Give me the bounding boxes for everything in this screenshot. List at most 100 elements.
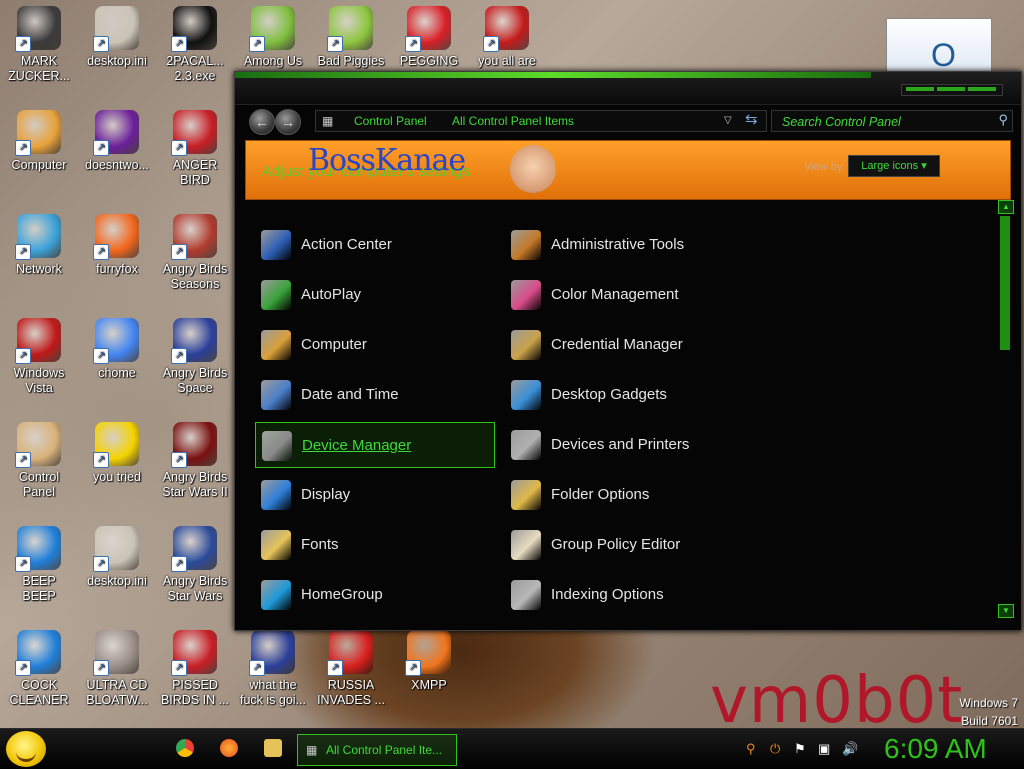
control-panel-item-label: Desktop Gadgets <box>551 386 667 403</box>
breadcrumb-control-panel[interactable]: Control Panel <box>354 111 427 131</box>
scroll-thumb[interactable] <box>1000 216 1010 350</box>
desktop-icon[interactable]: ↗ chome <box>78 318 156 381</box>
forward-button[interactable]: → <box>275 109 301 135</box>
control-panel-item-label: Display <box>301 486 351 503</box>
desktop-icon[interactable]: ↗ COCK CLEANER <box>0 630 78 708</box>
desktop-icon[interactable]: ↗ PISSED BIRDS IN ... <box>156 630 234 708</box>
taskbar-control-panel-task[interactable]: ▦ All Control Panel Ite... <box>297 734 457 766</box>
shortcut-arrow-icon: ↗ <box>15 348 31 364</box>
fonts-icon <box>261 530 291 560</box>
shortcut-arrow-icon: ↗ <box>93 348 109 364</box>
desktop-icon[interactable]: ↗ Network <box>0 214 78 277</box>
maximize-button[interactable] <box>937 87 965 91</box>
shortcut-arrow-icon: ↗ <box>171 140 187 156</box>
volume-icon[interactable]: 🔊 <box>842 741 858 757</box>
control-panel-item[interactable]: Desktop Gadgets <box>505 372 743 416</box>
back-button[interactable]: ← <box>249 109 275 135</box>
recycle-bin-icon: ↗ <box>15 318 61 364</box>
desktop-icon[interactable]: ↗ Control Panel <box>0 422 78 500</box>
refresh-icon[interactable]: ⇆ <box>745 110 758 130</box>
desktop-icon[interactable]: ↗ ULTRA CD BLOATW... <box>78 630 156 708</box>
control-panel-item[interactable]: Action Center <box>255 222 493 266</box>
control-panel-item[interactable]: Computer <box>255 322 493 366</box>
start-button[interactable] <box>6 731 46 767</box>
desktop-image-thumbnail[interactable]: O <box>886 18 992 74</box>
desktop-icon[interactable]: ↗ RUSSIA INVADES ... <box>312 630 390 708</box>
window-title-bar[interactable] <box>235 72 1021 105</box>
desktop-icon-label: Windows Vista <box>13 366 65 395</box>
scroll-up-button[interactable]: ▲ <box>998 200 1014 214</box>
scroll-down-button[interactable]: ▼ <box>998 604 1014 618</box>
date-time-icon <box>261 380 291 410</box>
control-panel-item[interactable]: Color Management <box>505 272 743 316</box>
desktop-icon-label: BEEP BEEP <box>22 574 56 603</box>
vertical-scrollbar[interactable]: ▲ ▼ <box>998 200 1014 618</box>
desktop-icon[interactable]: ↗ Angry Birds Seasons <box>156 214 234 292</box>
desktop-icon[interactable]: ↗ desktop.ini <box>78 526 156 589</box>
control-panel-item-label: Administrative Tools <box>551 236 685 253</box>
desktop-icon[interactable]: ↗ Angry Birds Star Wars II <box>156 422 234 500</box>
control-panel-item[interactable]: Group Policy Editor <box>505 522 743 566</box>
network-tray-icon[interactable]: ▣ <box>818 741 830 757</box>
desktop-icon-label: you all are <box>478 54 536 68</box>
desktop-icon[interactable]: ↗ desktop.ini <box>78 6 156 69</box>
chrome-icon[interactable] <box>176 739 194 757</box>
search-input[interactable] <box>780 113 984 131</box>
desktop-icon[interactable]: ↗ you tried <box>78 422 156 485</box>
desktop-icon[interactable]: ↗ Windows Vista <box>0 318 78 396</box>
desktop-icon[interactable]: ↗ PEGGING <box>390 6 468 69</box>
address-bar[interactable]: ▦ Control Panel All Control Panel Items … <box>315 110 767 132</box>
shortcut-arrow-icon: ↗ <box>93 36 109 52</box>
desktop-icon-label: Computer <box>11 158 67 172</box>
control-panel-item[interactable]: Device Manager <box>255 422 495 468</box>
shortcut-arrow-icon: ↗ <box>15 140 31 156</box>
view-by-dropdown[interactable]: Large icons ▾ <box>848 155 940 177</box>
control-panel-item[interactable]: Credential Manager <box>505 322 743 366</box>
desktop-icon[interactable]: ↗ Angry Birds Star Wars <box>156 526 234 604</box>
desktop-icon[interactable]: ↗ Among Us <box>234 6 312 69</box>
control-panel-item-label: Fonts <box>301 536 339 553</box>
control-panel-item[interactable]: Indexing Options <box>505 572 743 616</box>
address-dropdown-icon[interactable]: ▽ <box>724 111 732 131</box>
action-center-flag-icon[interactable]: ⚑ <box>794 741 806 757</box>
control-panel-item[interactable]: Devices and Printers <box>505 422 743 466</box>
desktop-icon[interactable]: ↗ you all are <box>468 6 546 69</box>
control-panel-item[interactable]: Fonts <box>255 522 493 566</box>
control-panel-item[interactable]: Display <box>255 472 493 516</box>
control-panel-item[interactable]: Folder Options <box>505 472 743 516</box>
desktop-icon[interactable]: ↗ Computer <box>0 110 78 173</box>
control-panel-item[interactable]: AutoPlay <box>255 272 493 316</box>
control-panel-item[interactable]: Administrative Tools <box>505 222 743 266</box>
control-panel-item[interactable]: HomeGroup <box>255 572 493 616</box>
desktop-icon[interactable]: ↗ Angry Birds Space <box>156 318 234 396</box>
close-button[interactable] <box>968 87 996 91</box>
desktop-icon[interactable]: ↗ what the fuck is goi... <box>234 630 312 708</box>
desktop-icon-label: ANGER BIRD <box>172 158 218 187</box>
desktop-icon-label: Angry Birds Star Wars II <box>162 470 228 499</box>
breadcrumb-all-items[interactable]: All Control Panel Items <box>452 111 574 131</box>
desktop-icon[interactable]: ↗ XMPP <box>390 630 468 693</box>
desktop-icon[interactable]: ↗ 2PACAL... 2.3.exe <box>156 6 234 84</box>
desktop-icon[interactable]: ↗ BEEP BEEP <box>0 526 78 604</box>
taskbar-clock[interactable]: 6:09 AM <box>884 733 987 765</box>
desktop-icon[interactable]: ↗ MARK ZUCKER... <box>0 6 78 84</box>
search-tray-icon[interactable]: ⚲ <box>746 741 756 757</box>
desktop-icon-label: you tried <box>93 470 141 484</box>
search-icon[interactable]: ⚲ <box>998 112 1008 128</box>
group-policy-icon <box>511 530 541 560</box>
shortcut-arrow-icon: ↗ <box>171 660 187 676</box>
power-tray-icon[interactable]: ⏻ <box>770 741 780 757</box>
folder-icon[interactable] <box>264 739 282 757</box>
control-panel-item[interactable]: Date and Time <box>255 372 493 416</box>
desktop-icon[interactable]: ↗ Bad Piggies <box>312 6 390 69</box>
desktop-icon[interactable]: ↗ furryfox <box>78 214 156 277</box>
desktop-icon[interactable]: ↗ doesntwo... <box>78 110 156 173</box>
firefox-icon[interactable] <box>220 739 238 757</box>
desktop-icon[interactable]: ↗ ANGER BIRD <box>156 110 234 188</box>
search-box[interactable]: ⚲ <box>771 110 1013 132</box>
folder-options-icon <box>511 480 541 510</box>
control-panel-item-label: Group Policy Editor <box>551 536 681 553</box>
pegging-icon: ↗ <box>405 6 451 52</box>
desktop-icon-label: PEGGING <box>399 54 459 68</box>
minimize-button[interactable] <box>906 87 934 91</box>
